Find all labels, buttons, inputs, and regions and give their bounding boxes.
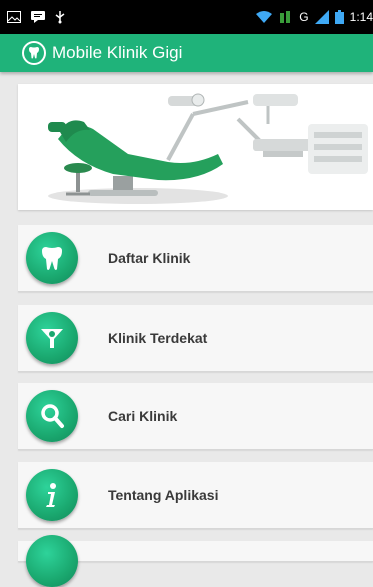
banner-image (18, 84, 373, 210)
info-icon (26, 469, 78, 521)
search-icon (26, 390, 78, 442)
menu-item-tentang-aplikasi[interactable]: Tentang Aplikasi (18, 462, 373, 529)
menu-item-label: Daftar Klinik (108, 250, 191, 266)
data-icon (279, 10, 293, 24)
message-icon (31, 11, 45, 23)
tooth-icon[interactable] (22, 41, 46, 65)
menu-item-label: Tentang Aplikasi (108, 487, 219, 503)
menu-item-partial[interactable] (18, 535, 373, 587)
battery-icon (334, 10, 344, 24)
dental-chair-image (18, 84, 373, 210)
menu-item-cari-klinik[interactable]: Cari Klinik (18, 383, 373, 450)
menu-item-label: Klinik Terdekat (108, 330, 208, 346)
menu-item-icon (26, 535, 78, 587)
menu-item-klinik-terdekat[interactable]: Klinik Terdekat (18, 305, 373, 372)
tooth-icon (26, 232, 78, 284)
usb-icon (55, 10, 65, 24)
status-bar: G 1:14 (0, 0, 373, 34)
clock: 1:14 (349, 10, 373, 24)
image-icon (7, 11, 21, 23)
menu-item-label: Cari Klinik (108, 408, 178, 424)
network-type: G (299, 10, 309, 24)
signal-icon (314, 10, 329, 24)
wifi-icon (255, 10, 273, 24)
menu-item-daftar-klinik[interactable]: Daftar Klinik (18, 225, 373, 292)
app-bar: Mobile Klinik Gigi (0, 34, 373, 72)
app-title: Mobile Klinik Gigi (52, 43, 183, 62)
location-pin-icon (26, 312, 78, 364)
